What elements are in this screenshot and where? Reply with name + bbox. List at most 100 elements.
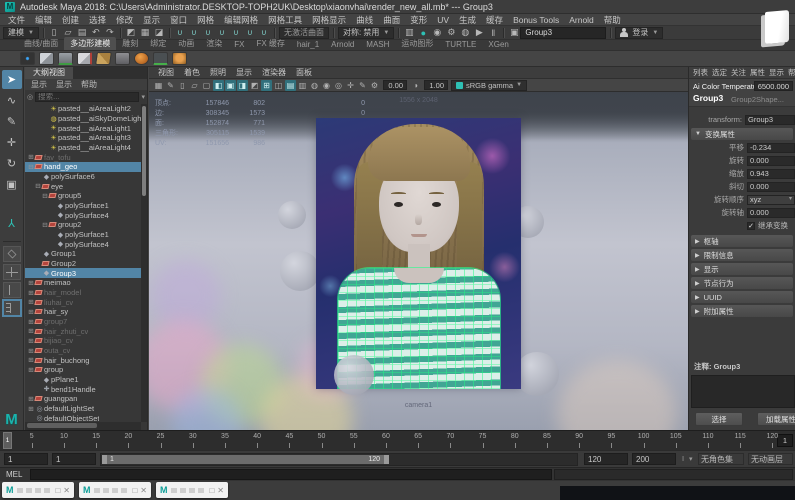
last-tool-used[interactable]: ⅄	[2, 214, 22, 233]
shelf-tab[interactable]: 渲染	[200, 37, 228, 50]
shelf-tab[interactable]: 多边形建模	[64, 37, 116, 50]
menu-item[interactable]: 显示	[138, 14, 165, 26]
tab-group2shape[interactable]: Group2Shape...	[731, 95, 784, 104]
move-tool[interactable]: ✛	[2, 133, 22, 152]
scrollbar-thumb[interactable]	[142, 106, 146, 196]
attribute-field[interactable]: 0.000	[747, 182, 795, 192]
section-header[interactable]: ▶附加属性	[691, 305, 793, 317]
outliner-menu-item[interactable]: 显示	[56, 79, 72, 90]
bookmarks-icon[interactable]: ▯	[177, 80, 188, 91]
outliner-item[interactable]: ☀pasted__aiAreaLight4	[25, 143, 141, 153]
hypershade-icon[interactable]: ◍	[459, 27, 471, 39]
rotate-tool[interactable]: ↻	[2, 154, 22, 173]
outliner-item[interactable]: ◆polySurface4	[25, 239, 141, 249]
attribute-field[interactable]: 0.943	[747, 169, 795, 179]
outliner-item[interactable]: ◆pPlane1	[25, 375, 141, 385]
animation-end-field[interactable]: 200	[632, 453, 676, 465]
attribute-editor-menu-item[interactable]: 帮助	[788, 67, 795, 78]
screen-space-ao-icon[interactable]: ⊞	[261, 80, 272, 91]
minimized-maya-window-2[interactable]: M□✕	[79, 482, 151, 498]
ae-button[interactable]: 加载属性	[757, 412, 795, 426]
shelf-tab[interactable]: hair_1	[291, 39, 325, 50]
restore-button[interactable]: □	[132, 486, 137, 495]
outliner-item[interactable]: ⊟group5	[25, 191, 141, 201]
paint-selection-tool[interactable]: ✎	[2, 112, 22, 131]
playback-range-bar[interactable]: 1 120	[102, 455, 389, 464]
outliner-horizontal-scrollbar[interactable]	[25, 422, 141, 430]
attribute-field[interactable]: -0.234	[747, 143, 795, 153]
menu-item[interactable]: Bonus Tools	[508, 15, 564, 25]
duplicate-special-icon[interactable]	[39, 52, 54, 65]
menu-item[interactable]: 修改	[111, 14, 138, 26]
section-header[interactable]: ▶UUID	[691, 291, 793, 303]
viewport-menu-item[interactable]: 面板	[292, 67, 316, 78]
search-input[interactable]	[35, 92, 139, 102]
view-transform-dropdown[interactable]: sRGB gamma ▼	[451, 80, 527, 91]
shelf-tab[interactable]: Arnold	[325, 39, 360, 50]
pause-icon[interactable]: ‖	[487, 27, 499, 39]
textured-icon[interactable]: ▣	[225, 80, 236, 91]
attribute-editor-menu-item[interactable]: 关注	[731, 67, 746, 78]
chevron-down-icon[interactable]: ▾	[689, 455, 693, 463]
mel-label[interactable]: MEL	[6, 470, 22, 479]
character-set-dropdown[interactable]: 无角色集	[698, 453, 744, 465]
shelf-tab[interactable]: FX	[228, 39, 250, 50]
outliner-item[interactable]: ◎defaultObjectSet	[25, 414, 141, 423]
menu-item[interactable]: 编辑网格	[219, 14, 263, 26]
shelf-tab[interactable]: 雕刻	[116, 37, 144, 50]
isolate-select-icon[interactable]: ◍	[309, 80, 320, 91]
close-button[interactable]: ✕	[140, 486, 147, 495]
rotate-order-dropdown[interactable]: xyz▾	[747, 195, 795, 205]
render-image-plane[interactable]	[316, 118, 521, 389]
resolution-gate-icon[interactable]: ◉	[321, 80, 332, 91]
gamma-field[interactable]: 1.00	[424, 80, 448, 90]
viewport-menu-item[interactable]: 照明	[206, 67, 230, 78]
minimized-maya-window-3[interactable]: M□✕	[156, 482, 228, 498]
outliner-item[interactable]: ⊞meimao	[25, 278, 141, 288]
outliner-item[interactable]: Group2	[25, 259, 141, 269]
outliner-item[interactable]: ◆polySurface6	[25, 172, 141, 182]
range-slider-track[interactable]: 1 120	[100, 453, 578, 466]
section-header[interactable]: ▶显示	[691, 263, 793, 275]
shelf-tab[interactable]: MASH	[360, 39, 395, 50]
shelf-tab[interactable]: 运动图形	[395, 37, 439, 50]
auto-key-icon[interactable]: Ⅰ	[682, 455, 684, 463]
xray-icon[interactable]: ▥	[297, 80, 308, 91]
render-settings-icon[interactable]: ⚙	[445, 27, 457, 39]
menu-item[interactable]: 文件	[3, 14, 30, 26]
outliner-title[interactable]: 大纲视图	[25, 67, 73, 79]
outliner-item[interactable]: ◆polySurface1	[25, 230, 141, 240]
outliner-item[interactable]: ☀pasted__aiAreaLight1	[25, 123, 141, 133]
polygon-sphere-icon[interactable]	[134, 52, 149, 65]
restore-button[interactable]: □	[209, 486, 214, 495]
attribute-field[interactable]: 0.000	[747, 156, 795, 166]
symmetry-dropdown[interactable]: 对称: 禁用 ▼	[338, 27, 394, 39]
camera-select-icon[interactable]: ▦	[153, 80, 164, 91]
smooth-shade-icon[interactable]: ◧	[213, 80, 224, 91]
two-pane-layout[interactable]	[3, 282, 21, 298]
outliner-menu-item[interactable]: 帮助	[81, 79, 97, 90]
expander-icon[interactable]: ⊟	[34, 182, 42, 190]
menu-item[interactable]: Arnold	[564, 15, 599, 25]
menu-item[interactable]: 生成	[454, 14, 481, 26]
expander-icon[interactable]: ⊞	[27, 405, 35, 413]
attribute-editor-menu-item[interactable]: 属性	[750, 67, 765, 78]
section-header[interactable]: ▶限制信息	[691, 249, 793, 261]
transform-attributes-section[interactable]: ▼ 变换属性	[691, 128, 793, 140]
menu-item[interactable]: 窗口	[165, 14, 192, 26]
shelf-tab[interactable]: 曲线/曲面	[18, 37, 64, 50]
attribute-editor-menu-item[interactable]: 选定	[712, 67, 727, 78]
menu-item[interactable]: 网格工具	[263, 14, 307, 26]
outliner-item[interactable]: ⊞◎defaultLightSet	[25, 404, 141, 414]
selection-name-input[interactable]: Group3	[520, 27, 606, 39]
time-slider[interactable]: 1 1 510152025303540455055606570758085909…	[0, 430, 795, 450]
outliner-item[interactable]: ⊞group7	[25, 317, 141, 327]
outliner-item[interactable]: ⊞hair_zhuti_cv	[25, 326, 141, 336]
snap-to-view-plane-icon[interactable]: ∪	[230, 27, 242, 39]
outliner-item[interactable]: ⊞liuhai_cv	[25, 297, 141, 307]
multisample-aa-icon[interactable]: ▤	[285, 80, 296, 91]
outliner-item[interactable]: ⊞group	[25, 365, 141, 375]
notes-field[interactable]	[691, 375, 795, 408]
field-chart-icon[interactable]: ✛	[345, 80, 356, 91]
mel-input[interactable]	[30, 469, 552, 480]
